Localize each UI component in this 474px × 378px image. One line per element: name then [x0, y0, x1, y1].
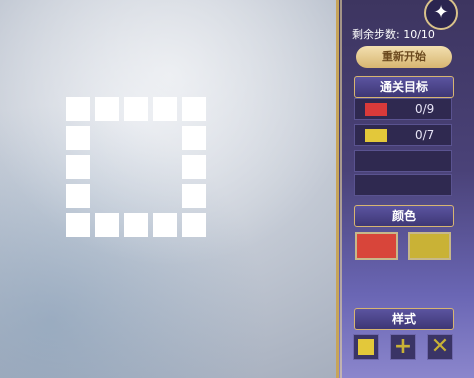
goal-row-empty [354, 150, 452, 172]
color-red-button[interactable] [355, 232, 398, 260]
goals-title: 通关目标 [354, 76, 454, 98]
board-cell[interactable] [182, 184, 206, 208]
board-cell[interactable] [182, 126, 206, 150]
board-cell[interactable] [66, 184, 90, 208]
styles-title: 样式 [354, 308, 454, 330]
board-cell[interactable] [66, 97, 90, 121]
goal-progress: 0/9 [415, 102, 435, 116]
remaining-steps: 剩余步数: 10/10 [352, 28, 435, 41]
board-cell[interactable] [182, 155, 206, 179]
board-cell[interactable] [95, 213, 119, 237]
board-cell[interactable] [66, 155, 90, 179]
board-cell[interactable] [95, 97, 119, 121]
plus-style-button[interactable]: + [390, 334, 416, 360]
red-swatch [365, 103, 387, 116]
board-cell[interactable] [182, 97, 206, 121]
goal-row-red: 0/9 [354, 98, 452, 120]
board-cell[interactable] [153, 213, 177, 237]
square-style-button[interactable] [353, 334, 379, 360]
board-cell[interactable] [66, 213, 90, 237]
puzzle-board [66, 97, 208, 239]
board-cell[interactable] [66, 126, 90, 150]
board-cell[interactable] [124, 97, 148, 121]
board-cell[interactable] [182, 213, 206, 237]
board-cell[interactable] [124, 213, 148, 237]
panel-border [340, 0, 342, 378]
square-icon [358, 339, 374, 355]
cross-icon: ✕ [430, 334, 450, 359]
plus-icon: + [393, 334, 413, 359]
color-yellow-button[interactable] [408, 232, 451, 260]
colors-title: 颜色 [354, 205, 454, 227]
goal-progress: 0/7 [415, 128, 435, 142]
board-cell[interactable] [153, 97, 177, 121]
goal-row-empty [354, 174, 452, 196]
yellow-swatch [365, 129, 387, 142]
cross-style-button[interactable]: ✕ [427, 334, 453, 360]
restart-button[interactable]: 重新开始 [356, 46, 452, 68]
goal-row-yellow: 0/7 [354, 124, 452, 146]
